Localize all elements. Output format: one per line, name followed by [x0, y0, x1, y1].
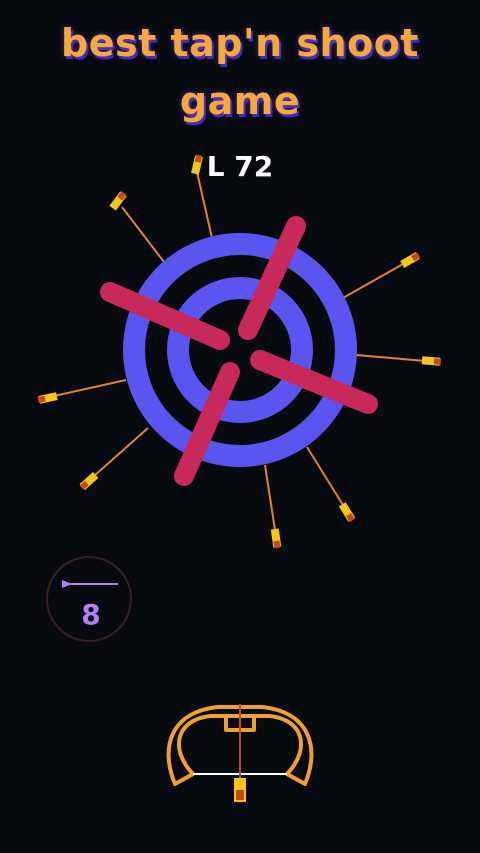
- arrows-remaining-count: 8: [81, 598, 101, 631]
- bow-icon[interactable]: [166, 704, 314, 802]
- fletching-icon: [338, 502, 356, 523]
- fletching-icon: [109, 191, 127, 211]
- arrow-fletchings: [37, 154, 442, 549]
- arrows-remaining-counter: 8: [46, 556, 132, 642]
- fletching-icon: [270, 528, 282, 549]
- rotating-obstacle: [100, 216, 378, 486]
- play-field[interactable]: [0, 0, 480, 853]
- stuck-arrows: [53, 171, 426, 531]
- fletching-icon: [37, 392, 58, 404]
- fletching-icon: [400, 252, 421, 268]
- level-indicator: L 72: [206, 150, 274, 183]
- fletching-icon: [421, 356, 442, 366]
- fletching-icon: [79, 472, 99, 490]
- target: [123, 233, 357, 467]
